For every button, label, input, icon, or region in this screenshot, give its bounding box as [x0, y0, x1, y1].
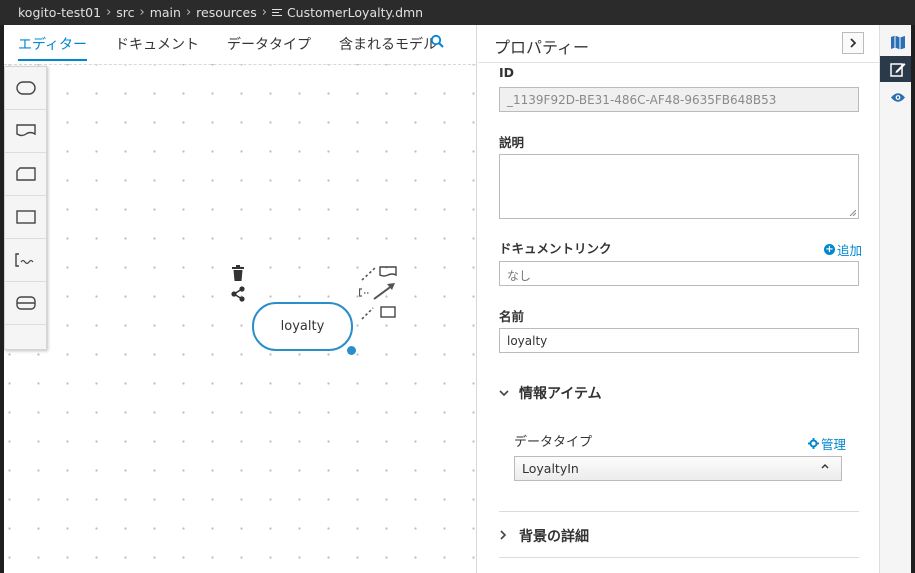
chevron-right-icon [850, 38, 857, 48]
doclink-field[interactable]: なし [499, 261, 859, 286]
properties-header: プロパティー [478, 25, 879, 63]
diagram-canvas[interactable] [4, 64, 476, 573]
side-rail [879, 25, 915, 573]
manage-datatype-button[interactable]: 管理 [808, 434, 846, 453]
tab-data-types[interactable]: データタイプ [227, 25, 311, 61]
name-field[interactable]: loyalty [499, 328, 859, 353]
editor-panel: エディター ドキュメント データタイプ 含まれるモデル loyalty [0, 25, 477, 573]
add-doclink-label: 追加 [837, 243, 863, 258]
chevron-right-icon [499, 529, 513, 543]
rail-button-properties[interactable] [880, 56, 915, 82]
chevron-right-icon: › [139, 5, 145, 20]
breadcrumb-file[interactable]: CustomerLoyalty.dmn [287, 5, 423, 20]
datatype-label: データタイプ [514, 435, 593, 450]
trash-icon[interactable] [231, 265, 245, 281]
decision-node-label: loyalty [280, 319, 325, 334]
datatype-select-value: LoyaltyIn [522, 461, 579, 476]
name-label: 名前 [499, 309, 525, 324]
text-annotation-icon[interactable] [5, 239, 46, 282]
info-item-section-title: 情報アイテム [519, 386, 602, 402]
map-icon [891, 35, 905, 49]
properties-title: プロパティー [494, 38, 590, 57]
gear-icon [808, 438, 819, 449]
rail-button-navigator[interactable] [880, 29, 915, 55]
tab-editor[interactable]: エディター [18, 25, 88, 61]
chevron-up-icon [821, 461, 829, 472]
resize-grip-icon[interactable] [849, 209, 856, 216]
connector-tools[interactable] [359, 265, 399, 321]
window-edge [0, 25, 4, 573]
description-label: 説明 [499, 135, 525, 150]
datatype-select[interactable]: LoyaltyIn [514, 456, 842, 481]
breadcrumb-item[interactable]: src [116, 5, 134, 20]
tab-included-models[interactable]: 含まれるモデル [339, 25, 437, 61]
id-label: ID [499, 65, 515, 80]
eye-icon [891, 92, 905, 102]
decision-service-icon[interactable] [5, 282, 46, 325]
decision-icon[interactable] [5, 67, 46, 110]
id-field: _1139F92D-BE31-486C-AF48-9635FB648B53 [499, 87, 859, 112]
rail-button-preview[interactable] [880, 84, 915, 110]
tab-documentation[interactable]: ドキュメント [115, 25, 199, 61]
window-edge [911, 25, 915, 573]
file-lines-icon [271, 8, 282, 18]
decision-node[interactable]: loyalty [252, 302, 353, 351]
chevron-right-icon: › [185, 5, 192, 20]
background-section-toggle[interactable]: 背景の詳細 [499, 526, 589, 546]
chevron-right-icon: › [106, 5, 112, 20]
properties-panel: プロパティー ID _1139F92D-BE31-486C-AF48-9635F… [478, 25, 879, 573]
plus-circle-icon: + [824, 244, 835, 255]
breadcrumb-item[interactable]: resources [196, 5, 257, 20]
collapse-panel-button[interactable] [842, 32, 864, 54]
shape-palette [4, 66, 47, 350]
chevron-right-icon: › [261, 5, 267, 20]
manage-datatype-label: 管理 [821, 437, 847, 452]
doclink-label: ドキュメントリンク [499, 241, 612, 256]
input-data-icon[interactable] [5, 110, 46, 153]
breadcrumb-item[interactable]: main [150, 5, 181, 20]
share-icon[interactable] [230, 286, 246, 302]
add-doclink-button[interactable]: + 追加 [824, 240, 862, 259]
background-section-title: 背景の詳細 [519, 529, 589, 545]
knowledge-source-icon[interactable] [5, 153, 46, 196]
info-item-section-toggle[interactable]: 情報アイテム [499, 383, 602, 403]
editor-tabs: エディター ドキュメント データタイプ 含まれるモデル [4, 25, 476, 62]
business-knowledge-model-icon[interactable] [5, 196, 46, 239]
chevron-down-icon [499, 387, 513, 400]
divider [499, 557, 859, 558]
edit-icon [890, 62, 906, 77]
resize-handle[interactable] [347, 346, 356, 355]
divider [499, 511, 859, 512]
description-field[interactable] [499, 154, 859, 219]
search-icon[interactable] [430, 34, 444, 48]
dmn-editor-window: kogito-test01 › src › main › resources ›… [0, 0, 915, 573]
breadcrumb-item[interactable]: kogito-test01 [18, 5, 101, 20]
breadcrumb: kogito-test01 › src › main › resources ›… [0, 0, 915, 25]
